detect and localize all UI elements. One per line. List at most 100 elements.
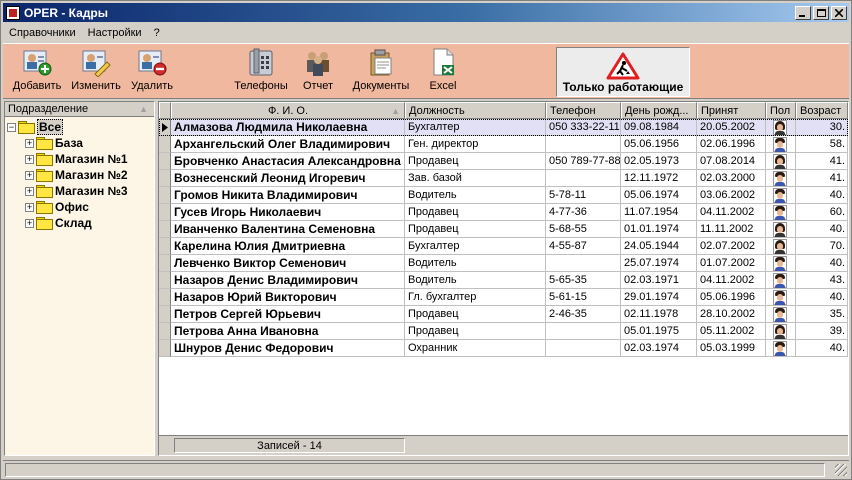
cell-phone[interactable]: 5-65-35 <box>546 272 621 289</box>
cell-gender[interactable] <box>766 306 796 323</box>
cell-age[interactable]: 35. <box>796 306 848 323</box>
cell-age[interactable]: 43. <box>796 272 848 289</box>
cell-hired[interactable]: 07.08.2014 <box>697 153 766 170</box>
edit-button[interactable]: Изменить <box>69 47 123 99</box>
close-button[interactable] <box>831 5 847 20</box>
table-row[interactable]: Назаров Юрий Викторович Гл. бухгалтер 5-61… <box>159 289 848 306</box>
cell-name[interactable]: Петрова Анна Ивановна <box>171 323 405 340</box>
cell-age[interactable]: 60. <box>796 204 848 221</box>
cell-birthday[interactable]: 05.06.1974 <box>621 187 697 204</box>
cell-gender[interactable] <box>766 340 796 357</box>
row-indicator[interactable] <box>159 238 171 255</box>
row-indicator[interactable] <box>159 272 171 289</box>
cell-name[interactable]: Гусев Игорь Николаевич <box>171 204 405 221</box>
cell-hired[interactable]: 28.10.2002 <box>697 306 766 323</box>
department-header[interactable]: Подразделение ▲ <box>5 102 154 117</box>
table-row[interactable]: Громов Никита Владимирович Водитель 5-78-1… <box>159 187 848 204</box>
tree-node-baza[interactable]: + База <box>25 135 83 151</box>
cell-gender[interactable] <box>766 187 796 204</box>
column-header-age[interactable]: Возраст <box>796 102 848 119</box>
cell-phone[interactable] <box>546 340 621 357</box>
cell-hired[interactable]: 02.03.2000 <box>697 170 766 187</box>
cell-gender[interactable] <box>766 255 796 272</box>
table-row[interactable]: Алмазова Людмила Николаевна Бухгалтер 050 … <box>159 119 848 136</box>
cell-name[interactable]: Архангельский Олег Владимирович <box>171 136 405 153</box>
cell-hired[interactable]: 05.03.1999 <box>697 340 766 357</box>
cell-phone[interactable]: 5-68-55 <box>546 221 621 238</box>
cell-birthday[interactable]: 12.11.1972 <box>621 170 697 187</box>
column-header-phone[interactable]: Телефон <box>546 102 621 119</box>
row-indicator[interactable] <box>159 323 171 340</box>
cell-position[interactable]: Продавец <box>405 323 546 340</box>
table-row[interactable]: Петров Сергей Юрьевич Продавец 2-46-35 02.1… <box>159 306 848 323</box>
documents-button[interactable]: Документы <box>350 47 412 99</box>
maximize-button[interactable] <box>813 5 829 20</box>
cell-birthday[interactable]: 02.03.1974 <box>621 340 697 357</box>
cell-birthday[interactable]: 05.06.1956 <box>621 136 697 153</box>
cell-birthday[interactable]: 02.03.1971 <box>621 272 697 289</box>
cell-name[interactable]: Алмазова Людмила Николаевна <box>171 119 405 136</box>
table-row[interactable]: Назаров Денис Владимирович Водитель 5-65-3… <box>159 272 848 289</box>
cell-position[interactable]: Зав. базой <box>405 170 546 187</box>
column-header-name[interactable]: Ф. И. О. ▲ <box>171 102 405 119</box>
cell-name[interactable]: Карелина Юлия Дмитриевна <box>171 238 405 255</box>
cell-gender[interactable] <box>766 204 796 221</box>
cell-phone[interactable] <box>546 323 621 340</box>
cell-phone[interactable]: 4-77-36 <box>546 204 621 221</box>
column-header-birthday[interactable]: День рожд... <box>621 102 697 119</box>
cell-position[interactable]: Водитель <box>405 272 546 289</box>
cell-hired[interactable]: 03.06.2002 <box>697 187 766 204</box>
expand-icon[interactable]: + <box>25 154 34 164</box>
cell-phone[interactable] <box>546 170 621 187</box>
cell-age[interactable]: 41. <box>796 170 848 187</box>
cell-name[interactable]: Петров Сергей Юрьевич <box>171 306 405 323</box>
table-row[interactable]: Шнуров Денис Федорович Охранник 02.03.1974… <box>159 340 848 357</box>
cell-position[interactable]: Продавец <box>405 204 546 221</box>
cell-hired[interactable]: 02.07.2002 <box>697 238 766 255</box>
expand-icon[interactable]: + <box>25 218 34 228</box>
cell-gender[interactable] <box>766 170 796 187</box>
cell-birthday[interactable]: 02.11.1978 <box>621 306 697 323</box>
cell-age[interactable]: 40. <box>796 255 848 272</box>
cell-hired[interactable]: 04.11.2002 <box>697 204 766 221</box>
cell-position[interactable]: Продавец <box>405 306 546 323</box>
cell-age[interactable]: 58. <box>796 136 848 153</box>
tree-node-office[interactable]: + Офис <box>25 199 89 215</box>
tree-node-store-1[interactable]: + Магазин №1 <box>25 151 128 167</box>
cell-phone[interactable]: 2-46-35 <box>546 306 621 323</box>
cell-gender[interactable] <box>766 238 796 255</box>
row-indicator[interactable] <box>159 340 171 357</box>
cell-phone[interactable]: 050 333-22-11 <box>546 119 621 136</box>
table-row[interactable]: Бровченко Анастасия Александровна Продаве… <box>159 153 848 170</box>
row-indicator[interactable] <box>159 170 171 187</box>
cell-phone[interactable]: 5-61-15 <box>546 289 621 306</box>
row-indicator[interactable] <box>159 255 171 272</box>
cell-age[interactable]: 70. <box>796 238 848 255</box>
resize-grip-icon[interactable] <box>835 464 847 476</box>
cell-gender[interactable] <box>766 119 796 136</box>
tree-node-warehouse[interactable]: + Склад <box>25 215 92 231</box>
cell-age[interactable]: 39. <box>796 323 848 340</box>
cell-hired[interactable]: 11.11.2002 <box>697 221 766 238</box>
cell-gender[interactable] <box>766 136 796 153</box>
cell-age[interactable]: 41. <box>796 153 848 170</box>
cell-position[interactable]: Гл. бухгалтер <box>405 289 546 306</box>
cell-birthday[interactable]: 05.01.1975 <box>621 323 697 340</box>
row-indicator[interactable] <box>159 136 171 153</box>
phones-button[interactable]: Телефоны <box>232 47 290 99</box>
table-row[interactable]: Архангельский Олег Владимирович Ген. дире… <box>159 136 848 153</box>
cell-phone[interactable]: 5-78-11 <box>546 187 621 204</box>
cell-position[interactable]: Бухгалтер <box>405 238 546 255</box>
cell-name[interactable]: Бровченко Анастасия Александровна <box>171 153 405 170</box>
table-row[interactable]: Гусев Игорь Николаевич Продавец 4-77-36 11.… <box>159 204 848 221</box>
cell-name[interactable]: Левченко Виктор Семенович <box>171 255 405 272</box>
menu-item-help[interactable]: ? <box>148 27 166 39</box>
cell-position[interactable]: Продавец <box>405 153 546 170</box>
cell-birthday[interactable]: 29.01.1974 <box>621 289 697 306</box>
row-indicator[interactable] <box>159 187 171 204</box>
collapse-icon[interactable]: − <box>7 122 16 132</box>
cell-name[interactable]: Назаров Юрий Викторович <box>171 289 405 306</box>
only-working-toggle[interactable]: Только работающие <box>556 47 690 97</box>
cell-age[interactable]: 40. <box>796 187 848 204</box>
cell-age[interactable]: 40. <box>796 221 848 238</box>
